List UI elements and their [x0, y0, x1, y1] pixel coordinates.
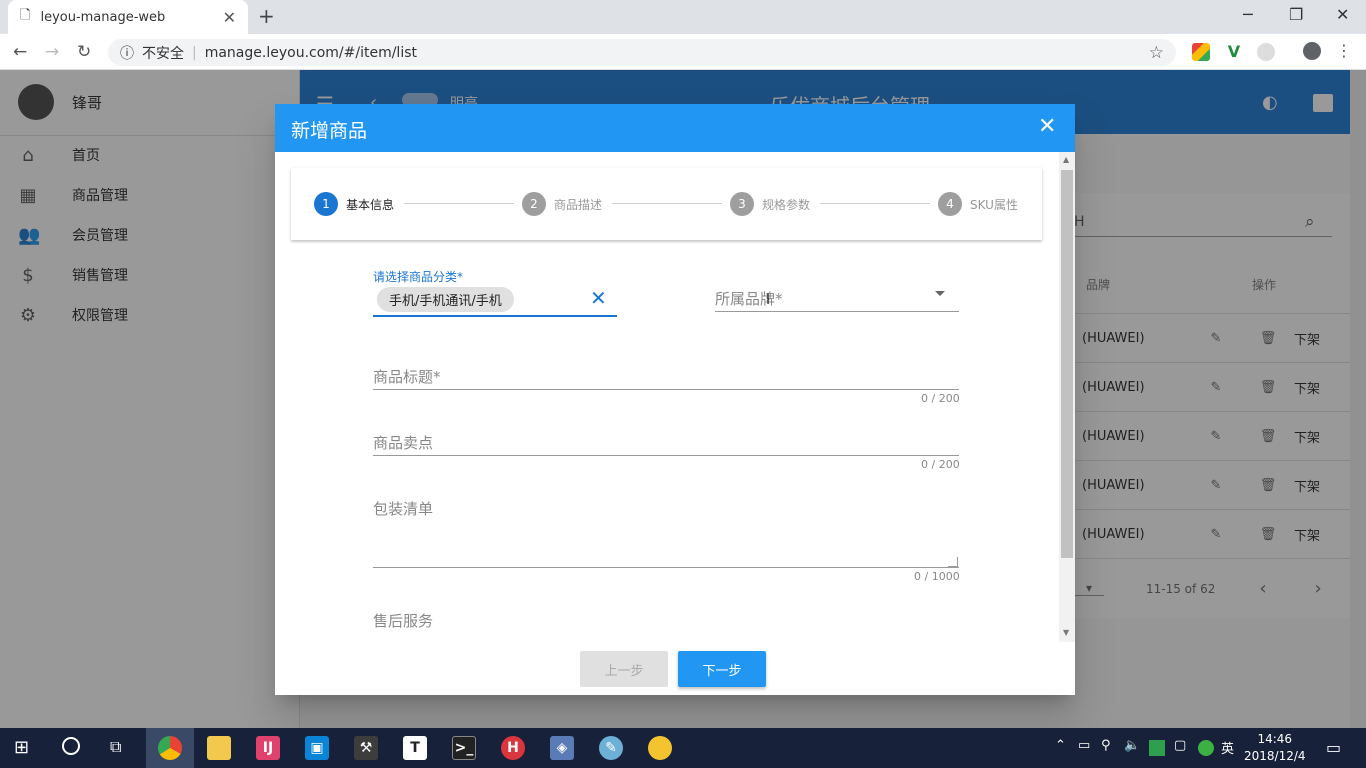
- info-icon[interactable]: ⓘ: [120, 43, 134, 63]
- title-input[interactable]: [373, 389, 959, 390]
- bookmark-star-icon[interactable]: ☆: [1149, 43, 1164, 63]
- file-explorer-icon[interactable]: [207, 736, 231, 760]
- brand-select[interactable]: [715, 311, 959, 312]
- after-sales-placeholder: 售后服务: [373, 612, 434, 630]
- step-divider: [404, 203, 514, 204]
- step-label: SKU属性: [970, 197, 1018, 212]
- clock-date: 2018/12/4: [1244, 749, 1306, 763]
- category-chip[interactable]: 手机/手机通讯/手机: [377, 287, 514, 312]
- extension-gray-icon[interactable]: [1257, 43, 1275, 61]
- ime-indicator[interactable]: 英: [1221, 738, 1234, 757]
- step-specs[interactable]: 3 规格参数: [730, 192, 810, 216]
- typora-icon[interactable]: T: [403, 736, 427, 760]
- page-icon: 🗋: [20, 8, 31, 23]
- cortana-icon[interactable]: [62, 737, 80, 755]
- clear-icon[interactable]: ✕: [590, 286, 607, 310]
- clock[interactable]: 14:46 2018/12/4: [1244, 731, 1306, 765]
- chat-app-icon[interactable]: [648, 736, 672, 760]
- step-label: 规格参数: [762, 197, 811, 212]
- virtualbox-icon[interactable]: ◈: [550, 736, 574, 760]
- scroll-down-icon[interactable]: ▼: [1063, 628, 1069, 637]
- separator: |: [192, 44, 197, 61]
- close-window-icon[interactable]: ✕: [1336, 5, 1349, 24]
- subtitle-placeholder: 商品卖点: [373, 434, 434, 452]
- scroll-up-icon[interactable]: ▲: [1063, 155, 1069, 164]
- dropdown-arrow-icon[interactable]: [935, 291, 945, 296]
- brand-select-placeholder: 所属品牌*: [715, 290, 783, 308]
- subtitle-counter: 0 / 200: [921, 458, 960, 471]
- close-icon[interactable]: ✕: [1038, 114, 1056, 139]
- forward-icon[interactable]: →: [45, 42, 59, 62]
- stepper: [291, 168, 1042, 240]
- profile-icon[interactable]: [1303, 42, 1321, 60]
- notification-icon[interactable]: ▭: [1326, 738, 1341, 757]
- restore-icon[interactable]: ❐: [1289, 5, 1303, 24]
- category-label: 请选择商品分类*: [373, 270, 464, 284]
- packing-list-textarea[interactable]: [373, 567, 959, 568]
- tab-title: leyou-manage-web: [40, 9, 166, 25]
- step-label: 基本信息: [346, 197, 395, 212]
- step-basic-info[interactable]: 1 基本信息: [314, 192, 394, 216]
- paint-icon[interactable]: ✎: [599, 736, 623, 760]
- task-view-icon[interactable]: ⧉: [110, 737, 121, 757]
- scrollbar-thumb[interactable]: [1061, 170, 1073, 558]
- terminal-icon[interactable]: >_: [452, 736, 476, 760]
- step-number: 1: [314, 192, 338, 216]
- network-icon[interactable]: ▢: [1174, 738, 1186, 753]
- security-label: 不安全: [142, 45, 184, 62]
- step-sku[interactable]: 4 SKU属性: [938, 192, 1018, 216]
- text-cursor-icon: I: [766, 292, 771, 308]
- close-tab-icon[interactable]: ✕: [223, 8, 236, 27]
- dialog-header: [275, 104, 1075, 152]
- subtitle-input[interactable]: [373, 455, 959, 456]
- step-number: 2: [522, 192, 546, 216]
- chrome-icon[interactable]: [158, 736, 182, 760]
- back-icon[interactable]: ←: [13, 42, 27, 62]
- browser-tab[interactable]: 🗋 leyou-manage-web ✕: [8, 0, 248, 34]
- dialog-title: 新增商品: [291, 120, 368, 142]
- dialog-footer: [275, 642, 1075, 695]
- battery-icon[interactable]: ▭: [1078, 738, 1090, 753]
- step-divider: [612, 203, 722, 204]
- tray-chevron-up-icon[interactable]: ⌃: [1055, 738, 1066, 753]
- security-app-icon[interactable]: [1198, 740, 1214, 756]
- step-label: 商品描述: [554, 197, 603, 212]
- packing-list-placeholder: 包装清单: [373, 500, 434, 518]
- volume-icon[interactable]: 🔈: [1124, 738, 1140, 753]
- step-divider: [820, 203, 930, 204]
- minimize-icon[interactable]: ─: [1243, 5, 1253, 24]
- more-menu-icon[interactable]: ⋮: [1336, 41, 1352, 60]
- url-text: manage.leyou.com/#/item/list: [204, 44, 417, 61]
- title-counter: 0 / 200: [921, 392, 960, 405]
- pin-icon[interactable]: ⚲: [1101, 738, 1111, 753]
- prev-step-button[interactable]: 上一步: [580, 651, 668, 687]
- app-window-icon[interactable]: ▣: [305, 736, 329, 760]
- update-icon[interactable]: [1149, 740, 1165, 756]
- next-step-button[interactable]: 下一步: [678, 651, 766, 687]
- title-placeholder: 商品标题*: [373, 368, 441, 386]
- vue-devtools-icon[interactable]: V: [1225, 43, 1243, 61]
- extension-icon[interactable]: [1192, 43, 1210, 61]
- hbuilder-icon[interactable]: H: [501, 736, 525, 760]
- new-tab-icon[interactable]: +: [258, 4, 275, 28]
- tool-icon[interactable]: ⚒: [354, 736, 378, 760]
- step-number: 3: [730, 192, 754, 216]
- packing-list-counter: 0 / 1000: [914, 570, 960, 583]
- step-description[interactable]: 2 商品描述: [522, 192, 602, 216]
- reload-icon[interactable]: ↻: [77, 42, 91, 62]
- resize-handle-icon[interactable]: [948, 557, 958, 567]
- step-number: 4: [938, 192, 962, 216]
- windows-start-icon[interactable]: ⊞: [14, 737, 29, 758]
- clock-time: 14:46: [1257, 732, 1293, 746]
- address-bar[interactable]: ⓘ 不安全 | manage.leyou.com/#/item/list ☆: [108, 39, 1176, 66]
- intellij-icon[interactable]: IJ: [256, 736, 280, 760]
- category-field[interactable]: [373, 315, 617, 317]
